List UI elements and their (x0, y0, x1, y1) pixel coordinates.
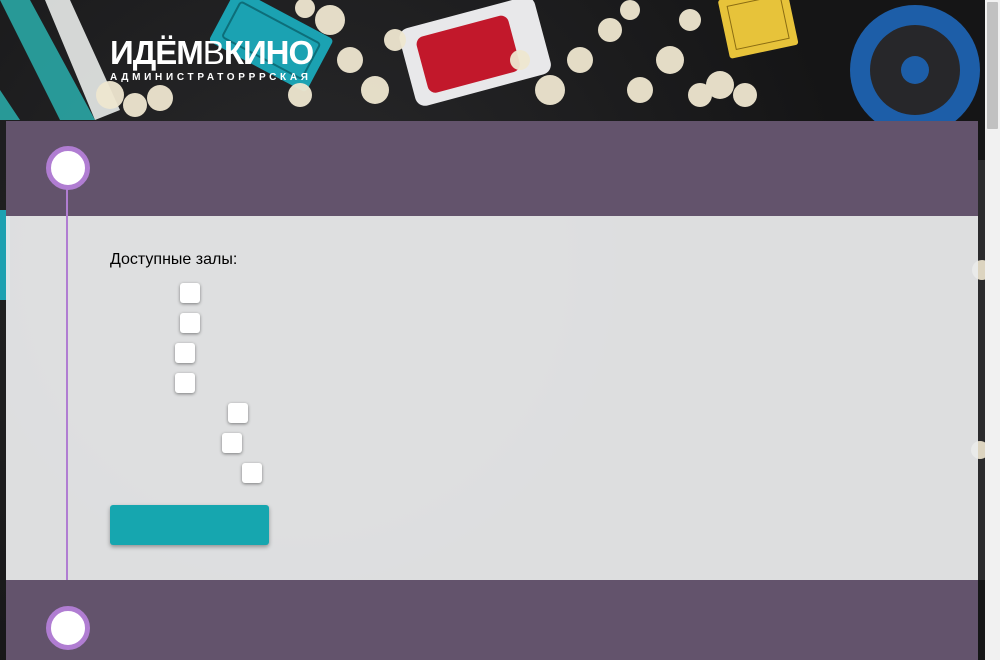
site-header: ИДЁМВКИНО АДМИНИСТРАТОРРРСКАЯ (110, 34, 314, 84)
submit-button[interactable] (110, 505, 269, 545)
next-section-header[interactable] (6, 580, 978, 660)
logo-part-2: В (202, 34, 225, 71)
timeline-dot (46, 606, 90, 650)
halls-label: Доступные залы: (110, 251, 238, 268)
logo[interactable]: ИДЁМВКИНО (110, 34, 314, 71)
config-section-header[interactable] (6, 121, 978, 216)
logo-subtitle: АДМИНИСТРАТОРРРСКАЯ (110, 72, 312, 83)
hall-checkbox[interactable] (228, 403, 248, 423)
hall-checkbox[interactable] (175, 343, 195, 363)
scrollbar-thumb[interactable] (987, 2, 998, 129)
hall-checkbox[interactable] (180, 283, 200, 303)
hall-checkbox[interactable] (175, 373, 195, 393)
hall-checkbox[interactable] (180, 313, 200, 333)
timeline-dot (46, 146, 90, 190)
logo-part-1: ИДЁМ (110, 34, 204, 71)
hall-checkbox[interactable] (242, 463, 262, 483)
hall-checkbox[interactable] (222, 433, 242, 453)
page-scrollbar[interactable] (985, 0, 1000, 660)
logo-part-3: КИНО (223, 34, 314, 71)
